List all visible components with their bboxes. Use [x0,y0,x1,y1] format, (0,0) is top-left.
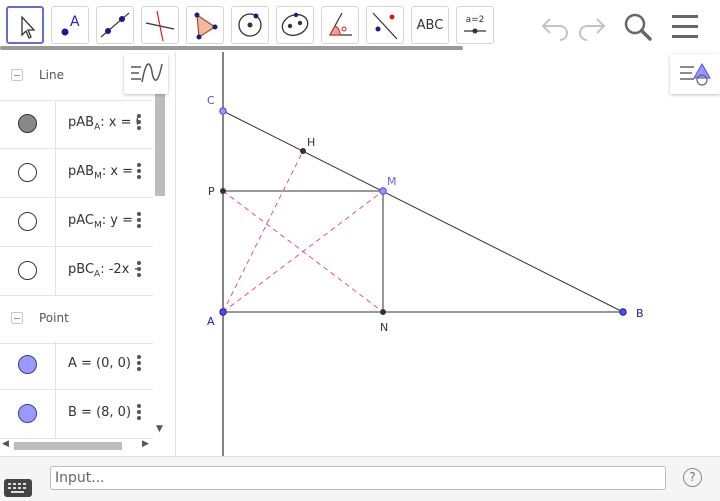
scroll-right-arrow-icon[interactable]: ▶ [142,439,149,449]
point-b[interactable] [619,308,627,316]
reflect-line-icon [372,12,398,40]
slider-tool-button[interactable]: a=2 [456,6,494,44]
algebra-item[interactable]: pACM: y = 2.4 [0,198,153,247]
text-tool-button[interactable]: ABC [411,6,449,44]
reflect-tool-button[interactable] [366,6,404,44]
toolbar-scrollbar[interactable] [0,46,463,50]
segment-bc[interactable] [222,110,624,313]
algebra-item[interactable]: pABA: x = 0 [0,100,153,149]
scrollbar-thumb[interactable] [14,442,122,450]
label-b: B [636,307,644,320]
label-a: A [207,315,215,328]
algebra-expression[interactable]: pABA: x = 0 [68,115,138,133]
label-p: P [208,185,215,198]
perpendicular-tool-button[interactable] [141,6,179,44]
point-icon: A [61,14,80,36]
algebra-expression[interactable]: B = (8, 0) [68,405,138,420]
polygon-tool-button[interactable] [186,6,224,44]
visibility-toggle[interactable] [18,404,37,423]
algebra-expression[interactable]: pABM: x = 3.1 [68,164,138,182]
algebra-expression[interactable]: A = (0, 0) [68,356,138,371]
algebra-expression[interactable]: pACM: y = 2.4 [68,213,138,231]
algebra-item[interactable]: pBCA: -2x + y [0,247,153,296]
visibility-toggle[interactable] [18,355,37,374]
scroll-down-arrow-icon[interactable]: ▼ [156,424,163,434]
menu-icon[interactable] [670,13,702,41]
point-tool-button[interactable]: A [51,6,89,44]
point-p[interactable] [220,188,226,194]
input-bar: ? [0,456,720,501]
more-menu-icon[interactable] [136,210,142,232]
algebra-item[interactable]: B = (8, 0) [0,390,153,439]
search-icon[interactable] [622,11,654,43]
point-a[interactable] [219,308,227,316]
angle-tool-button[interactable] [321,6,359,44]
visibility-toggle[interactable] [18,212,37,231]
polygon-icon [194,12,218,40]
group-header-point[interactable]: Point [0,295,153,344]
graphing-icon [131,63,163,83]
style-bar-icon [680,62,711,86]
more-menu-icon[interactable] [136,112,142,134]
algebra-expression[interactable]: pBCA: -2x + y [68,262,138,280]
toolbar: A ABC a=2 [0,0,720,52]
move-tool-button[interactable] [6,6,44,44]
dashed-segment-ah[interactable] [222,150,304,313]
more-menu-icon[interactable] [136,353,142,375]
help-icon[interactable]: ? [683,468,702,487]
move-arrow-icon [21,15,36,39]
more-menu-icon[interactable] [136,161,142,183]
line-icon [100,12,130,38]
point-n[interactable] [380,309,386,315]
horizontal-scrollbar[interactable]: ◀ ▶ [0,438,153,454]
visibility-toggle[interactable] [18,261,37,280]
group-title: Point [39,311,69,325]
slider-icon [464,28,486,34]
point-c[interactable] [219,107,227,115]
label-m: M [387,175,397,188]
graphics-view[interactable]: C A B M H P N [176,52,720,456]
label-n: N [380,321,388,334]
algebra-item[interactable]: A = (0, 0) [0,341,153,390]
more-menu-icon[interactable] [136,402,142,424]
graphics-view-toggle-button[interactable] [124,54,168,94]
point-h[interactable] [300,148,306,154]
svg-text:A: A [70,14,80,30]
ellipse-icon [281,12,309,37]
label-c: C [207,94,215,107]
text-tool-label: ABC [416,17,444,33]
visibility-toggle[interactable] [18,163,37,182]
more-menu-icon[interactable] [136,259,142,281]
angle-icon [328,12,352,36]
algebra-view: Line pABA: x = 0 pABM: x = 3.1 pACM: y =… [0,52,176,456]
circle-center-point-icon [238,13,262,37]
point-m[interactable] [379,187,387,195]
collapse-icon[interactable] [11,69,23,81]
ellipse-tool-button[interactable] [276,6,314,44]
perpendicular-line-icon [145,10,175,42]
algebra-item[interactable]: pABM: x = 3.1 [0,149,153,198]
line-tool-button[interactable] [96,6,134,44]
redo-icon[interactable] [575,11,609,41]
algebra-input-field[interactable] [50,466,666,490]
undo-icon[interactable] [538,11,572,41]
style-bar-toggle-button[interactable] [670,54,720,94]
visibility-toggle[interactable] [18,114,37,133]
scroll-left-arrow-icon[interactable]: ◀ [2,439,9,449]
circle-tool-button[interactable] [231,6,269,44]
group-title: Line [39,68,65,82]
geometry-canvas[interactable]: C A B M H P N [176,52,720,456]
keyboard-icon[interactable] [4,479,32,497]
collapse-icon[interactable] [11,312,23,324]
label-h: H [307,136,315,149]
